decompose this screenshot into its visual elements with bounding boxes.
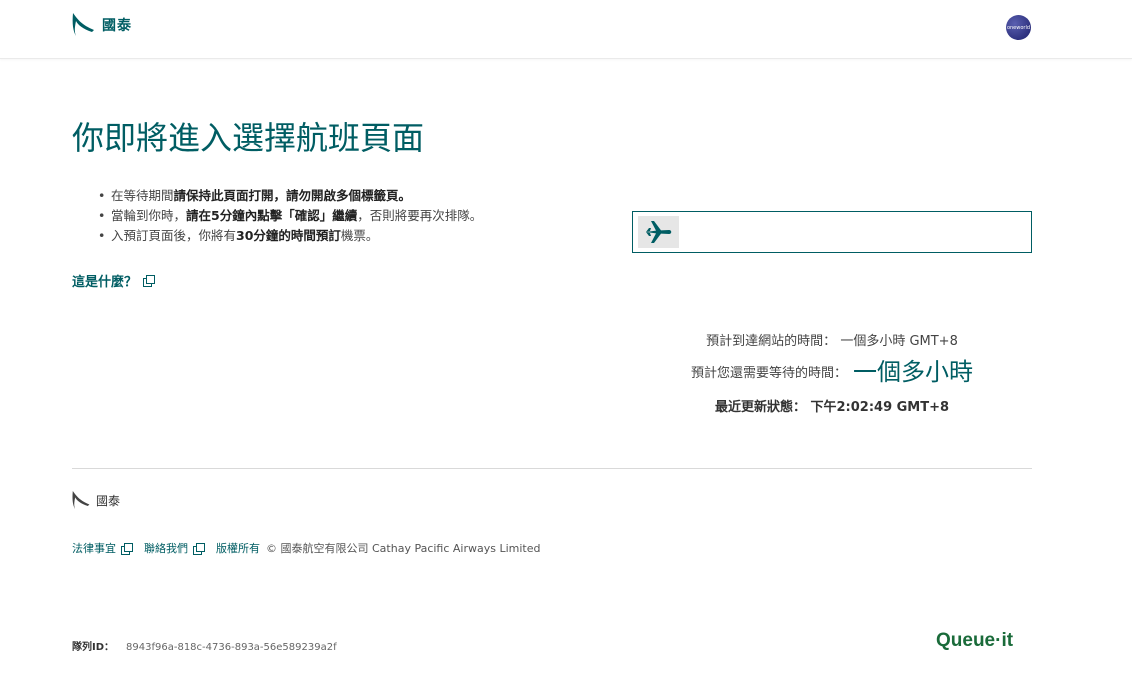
instruction-item: 入預訂頁面後，你將有30分鐘的時間預訂機票。: [98, 226, 482, 246]
footer-brand-name: 國泰: [96, 494, 121, 508]
instruction-bold: 30分鐘的時間預訂: [236, 228, 341, 243]
top-bar: 國泰 oneworld: [0, 0, 1132, 59]
footer-logo: 國泰: [72, 490, 120, 511]
contact-link-label: 聯絡我們: [144, 542, 188, 555]
instructions-list: 在等待期間請保持此頁面打開，請勿開啟多個標籤頁。 當輪到你時，請在5分鐘內點擊「…: [98, 186, 482, 246]
instruction-item: 當輪到你時，請在5分鐘內點擊「確認」繼續，否則將要再次排隊。: [98, 206, 482, 226]
instruction-text: 在等待期間: [111, 188, 174, 203]
last-updated-label: 最近更新狀態：: [714, 400, 806, 415]
queue-id-label: 隊列ID：: [72, 642, 115, 653]
instruction-text: 入預訂頁面後，你將有: [111, 228, 237, 243]
last-updated-value: 下午2:02:49 GMT+8: [810, 400, 950, 415]
cathay-brushwing-icon: [72, 491, 90, 510]
instruction-text: 機票。: [340, 228, 379, 243]
what-is-this-link[interactable]: 這是什麼？: [72, 271, 156, 290]
external-link-icon: [143, 275, 156, 287]
copyright-text: © 國泰航空有限公司 Cathay Pacific Airways Limite…: [266, 542, 541, 555]
queue-id-value: 8943f96a-818c-4736-893a-56e589239a2f: [126, 642, 337, 653]
instruction-item: 在等待期間請保持此頁面打開，請勿開啟多個標籤頁。: [98, 186, 482, 206]
instruction-text: ，否則將要再次排隊。: [357, 208, 483, 223]
brand-name: 國泰: [102, 18, 132, 34]
expected-arrival-label: 預計到達網站的時間：: [706, 334, 837, 349]
cathay-brushwing-icon: [72, 13, 94, 36]
expected-wait-value: 一個多小時: [853, 358, 973, 386]
oneworld-logo: oneworld: [1006, 15, 1031, 40]
expected-arrival: 預計到達網站的時間： 一個多小時 GMT+8: [632, 330, 1032, 349]
queueit-logo[interactable]: Queue·it: [936, 630, 1013, 652]
expected-wait-label: 預計您還需要等待的時間：: [690, 366, 847, 381]
progress-marker: [638, 216, 679, 248]
instruction-bold: 請保持此頁面打開，請勿開啟多個標籤頁。: [173, 188, 412, 203]
airplane-icon: [645, 221, 671, 243]
external-link-icon: [121, 542, 133, 555]
queue-progress-bar: [632, 211, 1032, 253]
copyright-link[interactable]: 版權所有: [216, 540, 260, 556]
external-link-icon: [193, 542, 205, 555]
legal-link-label: 法律事宜: [72, 542, 116, 555]
footer-links: 法律事宜 聯絡我們 版權所有 © 國泰航空有限公司 Cathay Pacific…: [72, 540, 541, 556]
expected-wait: 預計您還需要等待的時間： 一個多小時: [632, 352, 1032, 387]
page-title: 你即將進入選擇航班頁面: [72, 119, 425, 157]
legal-link[interactable]: 法律事宜: [72, 540, 133, 556]
last-updated: 最近更新狀態： 下午2:02:49 GMT+8: [632, 396, 1032, 415]
expected-arrival-value: 一個多小時 GMT+8: [840, 334, 958, 349]
contact-link[interactable]: 聯絡我們: [144, 540, 205, 556]
instruction-text: 當輪到你時，: [111, 208, 187, 223]
instruction-bold: 請在5分鐘內點擊「確認」繼續: [186, 208, 358, 223]
cathay-logo[interactable]: 國泰: [72, 12, 132, 38]
queue-id: 隊列ID： 8943f96a-818c-4736-893a-56e589239a2…: [72, 638, 337, 653]
footer-divider: [72, 468, 1032, 469]
what-is-this-label: 這是什麼？: [72, 275, 138, 290]
